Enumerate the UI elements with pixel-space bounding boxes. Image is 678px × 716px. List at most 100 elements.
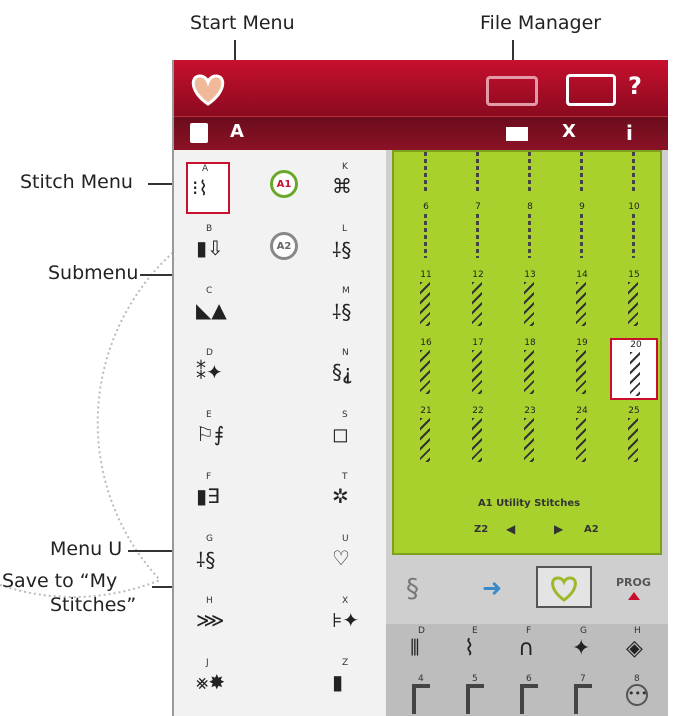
bottom-stitch-5[interactable]: 5 <box>454 674 498 714</box>
stitch-cell-13[interactable]: 13 <box>506 270 554 332</box>
bottom-stitch-6[interactable]: 6 <box>508 674 552 714</box>
save-to-my-stitches-button[interactable] <box>536 566 592 608</box>
stitch-pattern <box>630 352 640 396</box>
k-icon: ⌘ <box>332 174 352 198</box>
stitch-grid: 6 7 8 9 10 11 12 13 14 15 16 17 18 19 20 21 22 23 24 25 A1 … <box>392 150 662 555</box>
stitch-pattern <box>528 214 531 258</box>
stitch-cell-9[interactable]: 9 <box>558 202 606 264</box>
stitch-number: 22 <box>472 406 484 416</box>
s-icon: ◻ <box>332 422 349 446</box>
stitch-cell-partial[interactable] <box>402 148 450 198</box>
stitch-menu-s[interactable]: S ◻ <box>328 410 368 458</box>
nav-right-label: A2 <box>584 524 599 535</box>
stitch-pattern <box>476 214 479 258</box>
bottom-stitch-f[interactable]: F ∩ <box>508 626 552 672</box>
stitch-pattern <box>524 282 534 326</box>
stitch-cell-partial[interactable] <box>558 148 606 198</box>
stitch-number: 24 <box>576 406 588 416</box>
stitch-cell-16[interactable]: 16 <box>402 338 450 400</box>
stitch-number: 9 <box>579 202 585 212</box>
stitch-cell-7[interactable]: 7 <box>454 202 502 264</box>
b-icon: ▮⇩ <box>196 236 224 260</box>
prog-button[interactable]: PROG <box>616 576 651 589</box>
stitch-menu-a[interactable]: A ⁝⌇ <box>186 162 230 214</box>
bottom-stitch-8[interactable]: 8 ••• <box>616 674 660 714</box>
settings-icon[interactable]: X <box>562 121 576 142</box>
bottom-stitch-4[interactable]: 4 <box>400 674 444 714</box>
stitch-cell-17[interactable]: 17 <box>454 338 502 400</box>
stitch-program-icon[interactable]: § <box>406 574 419 604</box>
bottom-stitch-7[interactable]: 7 <box>562 674 606 714</box>
stitch-selection-icon[interactable] <box>190 123 208 143</box>
stitch-cell-8[interactable]: 8 <box>506 202 554 264</box>
stitch-menu-e[interactable]: E ⚐⨎ <box>192 410 232 458</box>
stitch-menu-c[interactable]: C ◣▲ <box>192 286 232 334</box>
stitch-menu-b[interactable]: B ▮⇩ <box>192 224 232 272</box>
stitch-cell-18[interactable]: 18 <box>506 338 554 400</box>
stitch-pattern <box>424 152 427 192</box>
bottom-stitch-e[interactable]: E ⌇ <box>454 626 498 672</box>
stitch-pattern <box>420 350 430 394</box>
stitch-cell-12[interactable]: 12 <box>454 270 502 332</box>
stitch-cell-23[interactable]: 23 <box>506 406 554 468</box>
scroll-right-button[interactable]: ▶ <box>554 522 563 536</box>
sewing-machine-icon-faded[interactable] <box>486 76 538 106</box>
start-menu-button[interactable] <box>186 66 230 110</box>
stitch-cell-6[interactable]: 6 <box>402 202 450 264</box>
file-manager-icon[interactable] <box>506 127 528 141</box>
stitch-pattern <box>576 418 586 462</box>
stitch-menu-z[interactable]: Z ▮ <box>328 658 368 706</box>
stitch-number: 18 <box>524 338 536 348</box>
stitch-cell-15[interactable]: 15 <box>610 270 658 332</box>
stitch-menu-letter: T <box>342 472 348 482</box>
font-icon[interactable]: A <box>230 121 244 142</box>
action-row: § ➜ PROG <box>386 560 668 620</box>
stitch-menu-l[interactable]: L ⸸§ <box>328 224 368 272</box>
stitch-cell-10[interactable]: 10 <box>610 202 658 264</box>
bottom-stitch-icon: ⦀ <box>410 636 420 661</box>
stitch-menu-x[interactable]: X ⊧✦ <box>328 596 368 644</box>
stitch-menu-m[interactable]: M ⸸§ <box>328 286 368 334</box>
bottom-stitch-g[interactable]: G ✦ <box>562 626 606 672</box>
stitch-menu-a2[interactable]: A2 <box>266 224 306 272</box>
stitch-cell-11[interactable]: 11 <box>402 270 450 332</box>
submenu-a1-icon[interactable]: A1 <box>270 170 298 198</box>
stitch-menu-f[interactable]: F ▮∃ <box>192 472 232 520</box>
sewing-machine-icon[interactable] <box>566 74 616 106</box>
stitch-menu-g[interactable]: G ⸸§ <box>192 534 232 582</box>
bottom-stitch-number: 7 <box>580 674 586 684</box>
edit-stitch-icon[interactable]: ➜ <box>482 574 502 602</box>
stitch-cell-20[interactable]: 20 <box>610 338 658 400</box>
stitch-cell-21[interactable]: 21 <box>402 406 450 468</box>
stitch-cell-partial[interactable] <box>454 148 502 198</box>
stitch-menu-j[interactable]: J ⨳✸ <box>192 658 232 706</box>
stitch-menu-a1[interactable]: A1 <box>266 162 306 210</box>
heart-icon <box>191 74 225 106</box>
stitch-cell-22[interactable]: 22 <box>454 406 502 468</box>
stitch-cell-24[interactable]: 24 <box>558 406 606 468</box>
stitch-cell-partial[interactable] <box>610 148 658 198</box>
stitch-cell-14[interactable]: 14 <box>558 270 606 332</box>
stitch-pattern <box>576 350 586 394</box>
stitch-menu-n[interactable]: N §⸘ <box>328 348 368 396</box>
stitch-cell-19[interactable]: 19 <box>558 338 606 400</box>
stitch-menu-k[interactable]: K ⌘ <box>328 162 368 210</box>
bottom-stitch-icon <box>412 684 430 714</box>
bottom-stitch-d[interactable]: D ⦀ <box>400 626 444 672</box>
bottom-stitch-h[interactable]: H ◈ <box>616 626 660 672</box>
stitch-menu-letter: N <box>342 348 349 358</box>
stitch-cell-partial[interactable] <box>506 148 554 198</box>
toolbar: A X i <box>174 116 668 151</box>
stitch-cell-25[interactable]: 25 <box>610 406 658 468</box>
stitch-menu-u[interactable]: U ♡ <box>328 534 368 582</box>
stitch-menu-d[interactable]: D ⁑✦ <box>192 348 232 396</box>
help-button[interactable]: ? <box>628 72 642 100</box>
callout-file-manager: File Manager <box>480 12 602 34</box>
info-button[interactable]: i <box>626 121 633 145</box>
stitch-menu-h[interactable]: H ⋙ <box>192 596 232 644</box>
scroll-left-button[interactable]: ◀ <box>506 522 515 536</box>
callout-stitch-menu: Stitch Menu <box>20 171 133 193</box>
bottom-stitch-icon: ⌇ <box>464 636 475 661</box>
submenu-a2-icon[interactable]: A2 <box>270 232 298 260</box>
stitch-menu-t[interactable]: T ✲ <box>328 472 368 520</box>
